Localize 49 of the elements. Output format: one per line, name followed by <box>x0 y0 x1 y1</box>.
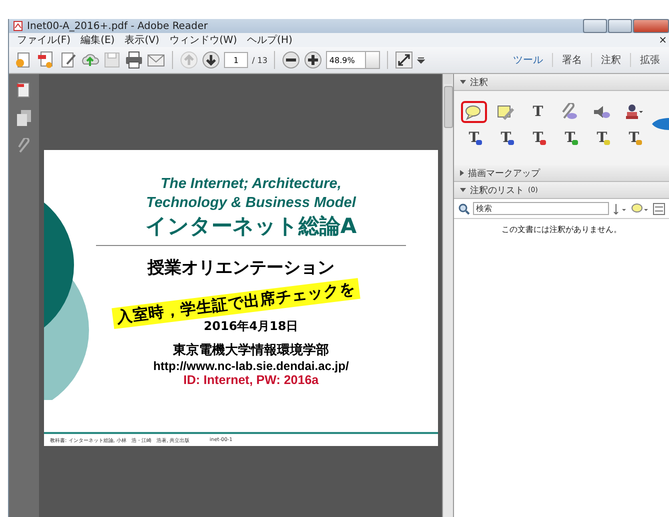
window-title: Inet00-A_2016+.pdf - Adobe Reader <box>27 20 208 32</box>
empty-message: この文書には注釈がありません。 <box>500 224 622 235</box>
search-field[interactable]: 検索 <box>473 202 609 215</box>
zoom-in-button[interactable] <box>304 51 322 69</box>
page-thumbnails-icon[interactable] <box>17 82 31 98</box>
paperclip-icon[interactable] <box>17 138 31 154</box>
search-icon <box>458 202 470 214</box>
page-number-field[interactable]: 1 <box>224 52 248 68</box>
close-button[interactable] <box>633 19 669 33</box>
menu-item[interactable]: ファイル(F) <box>17 33 71 47</box>
zoom-out-button[interactable] <box>282 51 300 69</box>
close-icon[interactable]: × <box>658 34 669 46</box>
copy-pages-icon[interactable] <box>17 110 31 126</box>
comment-filter-icon[interactable] <box>631 202 649 214</box>
fit-window-button[interactable] <box>395 51 414 69</box>
pointer-arrow <box>652 117 669 131</box>
dropdown-button[interactable] <box>366 51 380 69</box>
scroll-thumb[interactable] <box>444 86 452 128</box>
section-header[interactable]: 注釈 <box>454 74 669 91</box>
page-count: / 13 <box>252 56 268 64</box>
pdf-icon <box>13 21 23 31</box>
menu-item[interactable]: ウィンドウ(W) <box>169 33 238 47</box>
department-name: 東京電機大学情報環境学部 <box>173 342 329 359</box>
panel-tab[interactable]: 注釈 <box>591 53 630 67</box>
menu-item[interactable]: 編集(E) <box>80 33 115 47</box>
panel-tab[interactable]: ツール <box>504 53 552 67</box>
zoom-field[interactable]: 48.9% <box>326 51 366 69</box>
minimize-button[interactable] <box>583 19 607 33</box>
print-icon[interactable] <box>125 51 143 69</box>
pdf-files-icon[interactable] <box>37 51 55 69</box>
text-tool-icon: T <box>525 101 551 123</box>
section-header[interactable]: 描画マークアップ <box>454 165 669 182</box>
options-icon[interactable] <box>653 202 665 214</box>
slide-title: The Internet; Architecture, Technology & Business Model <box>146 175 356 213</box>
slide-title: インターネット総論A <box>145 213 357 239</box>
maximize-button[interactable] <box>608 19 632 33</box>
sort-icon[interactable] <box>613 202 627 214</box>
credentials-text: ID: Internet, PW: 2016a <box>183 373 319 387</box>
menu-item[interactable]: ヘルプ(H) <box>247 33 292 47</box>
down-arrow-button[interactable] <box>202 51 220 69</box>
cloud-upload-icon[interactable] <box>81 51 99 69</box>
menu-item[interactable]: 表示(V) <box>124 33 160 47</box>
url-text: http://www.nc-lab.sie.dendai.ac.jp/ <box>153 359 349 373</box>
more-icon[interactable] <box>417 56 426 64</box>
edit-document-icon[interactable] <box>59 51 77 69</box>
slide-subtitle: 授業オリエンテーション <box>148 257 334 279</box>
panel-tab[interactable]: 拡張 <box>630 53 669 67</box>
panel-tab[interactable]: 署名 <box>552 53 591 67</box>
scrollbar[interactable] <box>442 74 453 517</box>
